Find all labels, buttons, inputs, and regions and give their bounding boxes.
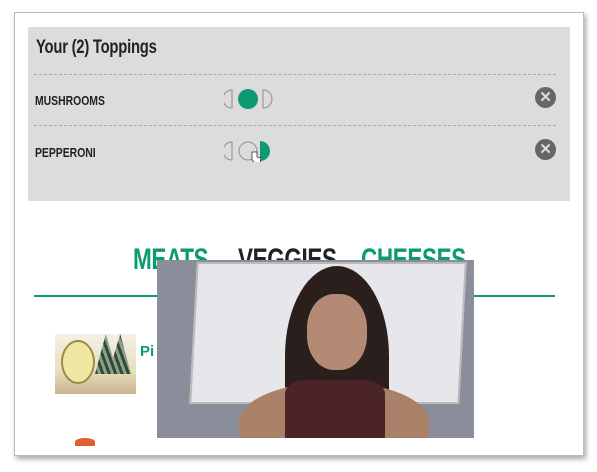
topping-name: PEPPERONI xyxy=(35,145,96,160)
pineapple-image[interactable] xyxy=(55,334,136,394)
remove-pepperoni-button[interactable]: ✕ xyxy=(535,139,556,160)
divider xyxy=(34,74,556,75)
whole-icon xyxy=(238,89,258,109)
toppings-panel: Your (2) Toppings MUSHROOMS ✕ PEPPERONI … xyxy=(28,27,570,201)
portion-selector[interactable] xyxy=(224,88,274,110)
hand-cursor-icon xyxy=(251,151,262,162)
divider xyxy=(34,125,556,126)
product-image xyxy=(75,438,95,446)
portion-selector[interactable] xyxy=(224,140,274,162)
right-half-icon xyxy=(262,89,273,109)
remove-mushrooms-button[interactable]: ✕ xyxy=(535,87,556,108)
webcam-video-overlay xyxy=(157,260,474,438)
app-window: Your (2) Toppings MUSHROOMS ✕ PEPPERONI … xyxy=(14,12,584,456)
topping-name: MUSHROOMS xyxy=(35,93,105,108)
topping-row-mushrooms: MUSHROOMS ✕ xyxy=(28,86,570,116)
right-half-icon xyxy=(260,141,270,161)
panel-title: Your (2) Toppings xyxy=(36,37,157,58)
product-name[interactable]: Pi xyxy=(140,343,154,360)
left-half-icon xyxy=(224,141,233,161)
left-half-icon xyxy=(224,89,233,109)
topping-row-pepperoni: PEPPERONI ✕ xyxy=(28,138,570,168)
